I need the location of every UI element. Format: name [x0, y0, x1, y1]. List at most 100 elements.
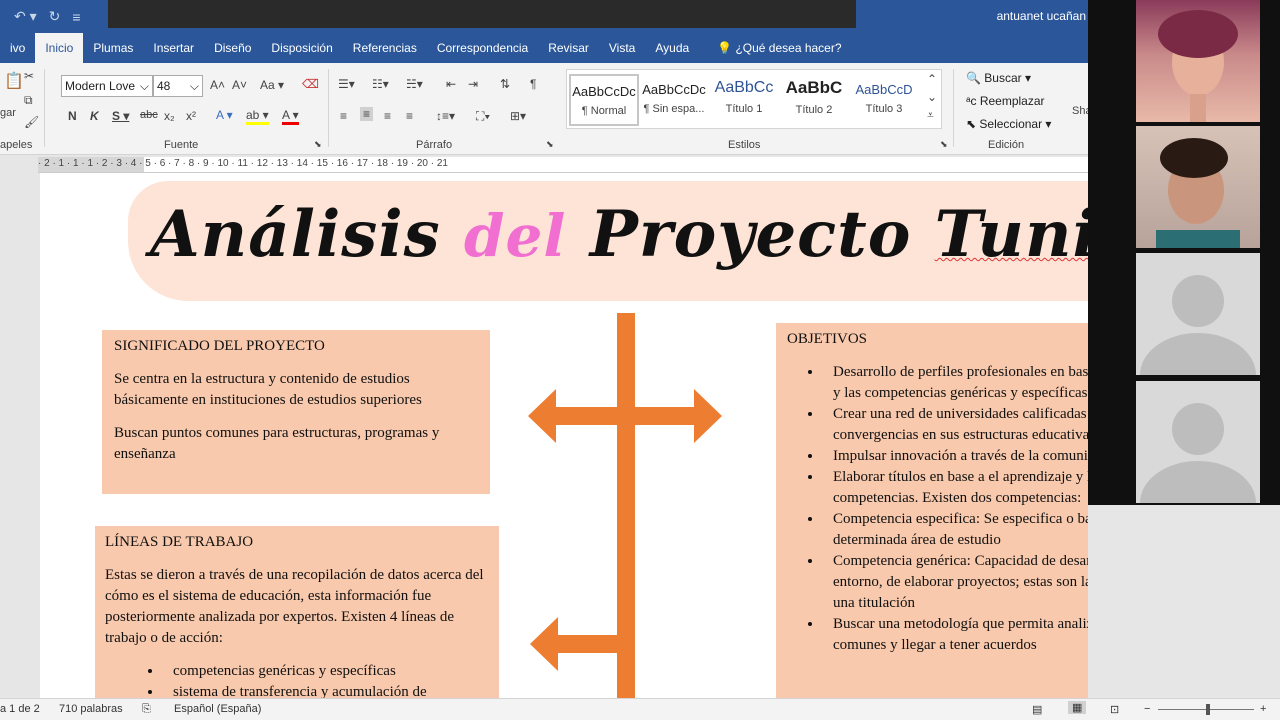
chevron-down-icon[interactable]: ⌄ [927, 90, 937, 104]
shrink-font-icon[interactable]: A˅ [232, 78, 247, 92]
font-name-select[interactable]: Modern Love ⌵ [61, 75, 153, 97]
shading-icon[interactable]: ⛶▾ [476, 109, 490, 124]
style-normal[interactable]: AaBbCcDc ¶ Normal [569, 74, 639, 126]
language[interactable]: Español (España) [174, 703, 261, 715]
align-center-icon[interactable]: ≡ [360, 107, 374, 121]
chevron-down-icon: ⌵ [189, 79, 199, 93]
document-area[interactable]: Análisis del Proyecto Tunin SIGNIFICADO … [0, 173, 1088, 698]
underline-icon[interactable]: S ▾ [112, 109, 129, 123]
ribbon-tabs: ivo Inicio Plumas Insertar Diseño Dispos… [0, 33, 1088, 63]
decrease-indent-icon[interactable]: ⇤ [446, 77, 456, 91]
list-item: Impulsar innovación a través de la comun… [823, 446, 1088, 467]
lineas-box[interactable]: LÍNEAS DE TRABAJO Estas se dieron a trav… [95, 526, 499, 698]
style-heading-1[interactable]: AaBbCc Título 1 [709, 74, 779, 126]
objetivos-heading: OBJETIVOS [787, 331, 868, 347]
read-mode-icon[interactable]: ▤ [1032, 703, 1042, 716]
italic-icon[interactable]: K [90, 109, 99, 123]
list-item: sistema de transferencia y acumulación d… [163, 682, 489, 698]
sort-icon[interactable]: ⇅ [500, 77, 510, 91]
word-count[interactable]: 710 palabras [59, 703, 123, 715]
highlight-icon[interactable]: ab ▾ [246, 108, 269, 125]
replace-button[interactable]: ᵃc Reemplazar [966, 94, 1045, 108]
document-page[interactable]: Análisis del Proyecto Tunin SIGNIFICADO … [40, 173, 1088, 698]
participant-avatar[interactable] [1136, 253, 1260, 375]
tab-plumas[interactable]: Plumas [83, 33, 143, 63]
multilevel-list-icon[interactable]: ☵▾ [406, 77, 423, 91]
format-painter-icon[interactable]: 🖌 [24, 115, 39, 129]
grow-font-icon[interactable]: A˄ [210, 78, 225, 92]
superscript-icon[interactable]: x² [186, 109, 196, 123]
tell-me-search[interactable]: 💡 ¿Qué desea hacer? [699, 33, 841, 63]
dialog-launcher-icon[interactable]: ⬊ [546, 139, 554, 150]
participant-face-icon [1158, 10, 1238, 122]
bold-icon[interactable]: N [68, 109, 77, 123]
more-styles-icon[interactable]: ⩡ [927, 108, 934, 123]
participant-avatar[interactable] [1136, 381, 1260, 503]
font-size-select[interactable]: 48 ⌵ [153, 75, 203, 97]
chevron-down-icon: ⌵ [139, 79, 149, 93]
show-paragraph-marks-icon[interactable]: ¶ [530, 77, 536, 91]
significado-box[interactable]: SIGNIFICADO DEL PROYECTO Se centra en la… [102, 330, 490, 494]
borders-icon[interactable]: ⊞▾ [510, 109, 526, 123]
participant-video[interactable] [1136, 0, 1260, 122]
tab-ayuda[interactable]: Ayuda [645, 33, 699, 63]
paste-label[interactable]: gar [0, 107, 16, 119]
tab-inicio[interactable]: Inicio [35, 33, 84, 63]
copy-icon[interactable]: ⧉ [24, 93, 33, 108]
list-item: Competencia genérica: Capacidad de desar… [823, 551, 1088, 614]
align-left-icon[interactable]: ≡ [340, 109, 347, 123]
cursor-icon: ⬉ [966, 117, 980, 131]
dialog-launcher-icon[interactable]: ⬊ [314, 139, 322, 150]
strikethrough-icon[interactable]: abc [140, 109, 158, 121]
participant-video[interactable] [1136, 126, 1260, 248]
zoom-in-icon[interactable]: + [1260, 703, 1266, 715]
increase-indent-icon[interactable]: ⇥ [468, 77, 478, 91]
proofing-icon[interactable]: ⎘ [142, 703, 151, 716]
find-button[interactable]: 🔍 Buscar ▾ [966, 71, 1031, 85]
text-effects-icon[interactable]: A ▾ [216, 108, 233, 122]
line-spacing-icon[interactable]: ↕≡▾ [436, 109, 455, 123]
tab-revisar[interactable]: Revisar [538, 33, 599, 63]
dialog-launcher-icon[interactable]: ⬊ [940, 139, 948, 150]
word-window: ↶ ▾ ↻ ≡ antuanet ucañan ivo Inicio Pluma… [0, 0, 1280, 720]
horizontal-ruler[interactable]: · 2 · 1 · 1 · 1 · 2 · 3 · 4 · 5 · 6 · 7 … [38, 157, 1088, 173]
tab-correspondencia[interactable]: Correspondencia [427, 33, 538, 63]
customize-qat-icon[interactable]: ≡ [72, 9, 80, 25]
print-layout-icon[interactable]: ▦ [1068, 701, 1087, 714]
objetivos-box[interactable]: OBJETIVOS Desarrollo de perfiles profesi… [776, 323, 1088, 698]
font-group-label: Fuente [164, 139, 199, 151]
cut-icon[interactable]: ✂ [24, 69, 34, 83]
bullets-icon[interactable]: ☰▾ [338, 77, 355, 91]
tab-vista[interactable]: Vista [599, 33, 645, 63]
web-layout-icon[interactable]: ⊡ [1110, 703, 1119, 716]
document-title[interactable]: Análisis del Proyecto Tunin [150, 197, 1088, 272]
subscript-icon[interactable]: x₂ [164, 109, 175, 123]
style-no-spacing[interactable]: AaBbCcDc ¶ Sin espa... [639, 74, 709, 126]
tab-referencias[interactable]: Referencias [343, 33, 427, 63]
undo-icon[interactable]: ↶ ▾ [14, 8, 37, 25]
tab-disposicion[interactable]: Disposición [261, 33, 342, 63]
significado-paragraph: Se centra en la estructura y contenido d… [114, 371, 422, 408]
select-button[interactable]: ⬉ Seleccionar ▾ [966, 117, 1051, 131]
paste-icon[interactable]: 📋 [4, 71, 24, 91]
tab-insertar[interactable]: Insertar [143, 33, 204, 63]
style-heading-2[interactable]: AaBbC Título 2 [779, 74, 849, 126]
user-name[interactable]: antuanet ucañan [997, 9, 1086, 23]
font-color-icon[interactable]: A ▾ [282, 108, 299, 125]
search-icon: 🔍 [966, 71, 985, 85]
style-heading-3[interactable]: AaBbCcD Título 3 [849, 74, 919, 126]
chevron-up-icon[interactable]: ⌃ [927, 72, 937, 86]
change-case-icon[interactable]: Aa ▾ [260, 78, 284, 92]
clear-formatting-icon[interactable]: ⌫ [302, 77, 319, 91]
objetivos-list: Desarrollo de perfiles profesionales en … [823, 362, 1088, 656]
tab-archivo[interactable]: ivo [0, 33, 35, 63]
zoom-out-icon[interactable]: − [1144, 703, 1150, 715]
justify-icon[interactable]: ≡ [406, 109, 413, 123]
numbering-icon[interactable]: ☷▾ [372, 77, 389, 91]
tab-diseno[interactable]: Diseño [204, 33, 261, 63]
page-count[interactable]: a 1 de 2 [0, 703, 40, 715]
list-item: competencias genéricas y específicas [163, 661, 489, 682]
zoom-slider-handle[interactable] [1206, 704, 1210, 715]
redo-icon[interactable]: ↻ [49, 8, 61, 25]
align-right-icon[interactable]: ≡ [384, 109, 391, 123]
